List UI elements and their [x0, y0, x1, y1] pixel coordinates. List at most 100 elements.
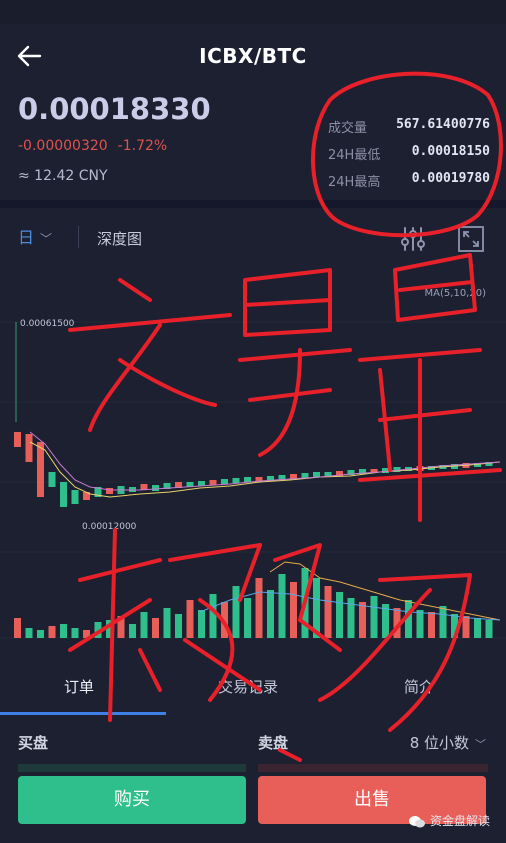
volume-bar: [405, 600, 412, 638]
header: ICBX/BTC: [0, 26, 506, 86]
volume-bar: [232, 586, 240, 638]
buy-button[interactable]: 购买: [18, 776, 246, 824]
volume-bar: [129, 624, 136, 638]
volume-bar: [71, 628, 79, 638]
cny-value: ≈ 12.42 CNY: [18, 168, 108, 184]
volume-bar: [359, 602, 366, 638]
volume-bar: [186, 600, 194, 638]
volume-bar: [117, 616, 125, 638]
volume-bar: [83, 630, 90, 638]
candles: [14, 432, 493, 507]
candle: [60, 482, 67, 507]
volume-bar: [290, 582, 297, 638]
stat-volume: 成交量 567.61400776: [328, 117, 490, 144]
tab-underline: [0, 712, 166, 715]
sell-orders-label: 卖盘: [258, 734, 289, 752]
volume-bar: [60, 624, 67, 638]
sliders-icon[interactable]: [398, 224, 428, 258]
stat-24h-high: 24H最高 0.00019780: [328, 171, 490, 198]
stats-panel: 成交量 567.61400776 24H最低 0.00018150 24H最高 …: [328, 117, 490, 198]
stat-value: 0.00019780: [411, 171, 490, 186]
page-title: ICBX/BTC: [199, 44, 307, 68]
depth-chart-tab[interactable]: 深度图: [97, 228, 142, 249]
candle: [244, 477, 251, 482]
volume-bar: [393, 608, 401, 638]
volume-bar: [175, 614, 182, 638]
status-bar: [0, 0, 506, 24]
volume-bar: [439, 606, 447, 638]
candle: [106, 488, 113, 494]
period-label: 日: [18, 228, 35, 247]
volume-bar: [370, 596, 378, 638]
buy-row-peek: [18, 764, 246, 772]
chevron-down-icon: ﹀: [475, 738, 486, 751]
volume-bar: [336, 592, 343, 638]
volume-bar: [209, 594, 217, 638]
candle: [221, 479, 228, 484]
candle: [152, 485, 159, 491]
volume-bar: [462, 616, 470, 638]
low-marker: 0.00012000: [82, 522, 137, 532]
volume-bars: [14, 568, 493, 638]
volume-bar: [25, 628, 33, 638]
stat-value: 567.61400776: [396, 117, 490, 132]
chart-toolbar: 日 ﹀ 深度图: [0, 216, 506, 260]
volume-bar: [37, 630, 44, 638]
volume-bar: [267, 590, 274, 638]
watermark: 资金盘解读: [408, 812, 490, 829]
change-abs: -0.00000320: [18, 138, 108, 154]
wechat-icon: [408, 815, 425, 827]
volume-bar: [301, 568, 309, 638]
chevron-down-icon: ﹀: [40, 232, 53, 246]
decimals-label: 8 位小数: [409, 734, 469, 752]
tab-trade-history[interactable]: 交易记录: [218, 676, 278, 697]
candlestick-chart[interactable]: 0.00061500 0.00012000: [0, 282, 506, 646]
change-row: -0.00000320 -1.72%: [18, 138, 211, 154]
detail-tabs: 订单 交易记录 简介: [0, 664, 506, 716]
high-marker: 0.00061500: [20, 319, 75, 329]
buy-orders-label: 买盘: [18, 734, 49, 752]
volume-bar: [14, 618, 21, 638]
expand-icon[interactable]: [456, 224, 486, 258]
volume-bar: [94, 622, 102, 638]
candle: [71, 490, 79, 504]
decimals-select[interactable]: 8 位小数 ﹀: [410, 732, 486, 753]
volume-bar: [451, 614, 458, 638]
last-price: 0.00018330: [18, 92, 211, 126]
volume-bar: [198, 610, 205, 638]
candle: [232, 478, 240, 483]
volume-bar: [221, 602, 228, 638]
stat-label: 成交量: [328, 121, 368, 136]
volume-bar: [428, 612, 435, 638]
stat-label: 24H最高: [328, 175, 381, 190]
candle: [313, 472, 320, 477]
volume-bar: [244, 598, 251, 638]
candle: [14, 432, 21, 447]
candle: [48, 472, 56, 487]
tab-intro[interactable]: 简介: [404, 676, 434, 697]
tab-orders[interactable]: 订单: [64, 676, 94, 697]
candle: [25, 434, 33, 462]
period-select[interactable]: 日 ﹀: [18, 224, 52, 248]
volume-bar: [106, 620, 113, 638]
volume-bar: [48, 626, 56, 638]
watermark-text: 资金盘解读: [429, 814, 490, 828]
price-block: 0.00018330 -0.00000320 -1.72% ≈ 12.42 CNY: [18, 92, 211, 184]
candle: [324, 472, 332, 476]
volume-bar: [255, 578, 263, 638]
volume-bar: [278, 574, 286, 638]
volume-bar: [152, 618, 159, 638]
stat-value: 0.00018150: [411, 144, 490, 159]
volume-bar: [416, 610, 424, 638]
candle: [301, 473, 309, 478]
order-book-header: 买盘 卖盘 8 位小数 ﹀: [0, 722, 506, 762]
sell-row-peek: [258, 764, 488, 772]
volume-bar: [140, 612, 148, 638]
order-book-rows: [18, 764, 488, 772]
stat-label: 24H最低: [328, 148, 381, 163]
volume-bar: [324, 586, 332, 638]
volume-bar: [163, 608, 171, 638]
candle: [37, 442, 44, 497]
candle: [255, 477, 263, 481]
volume-bar: [474, 618, 481, 638]
